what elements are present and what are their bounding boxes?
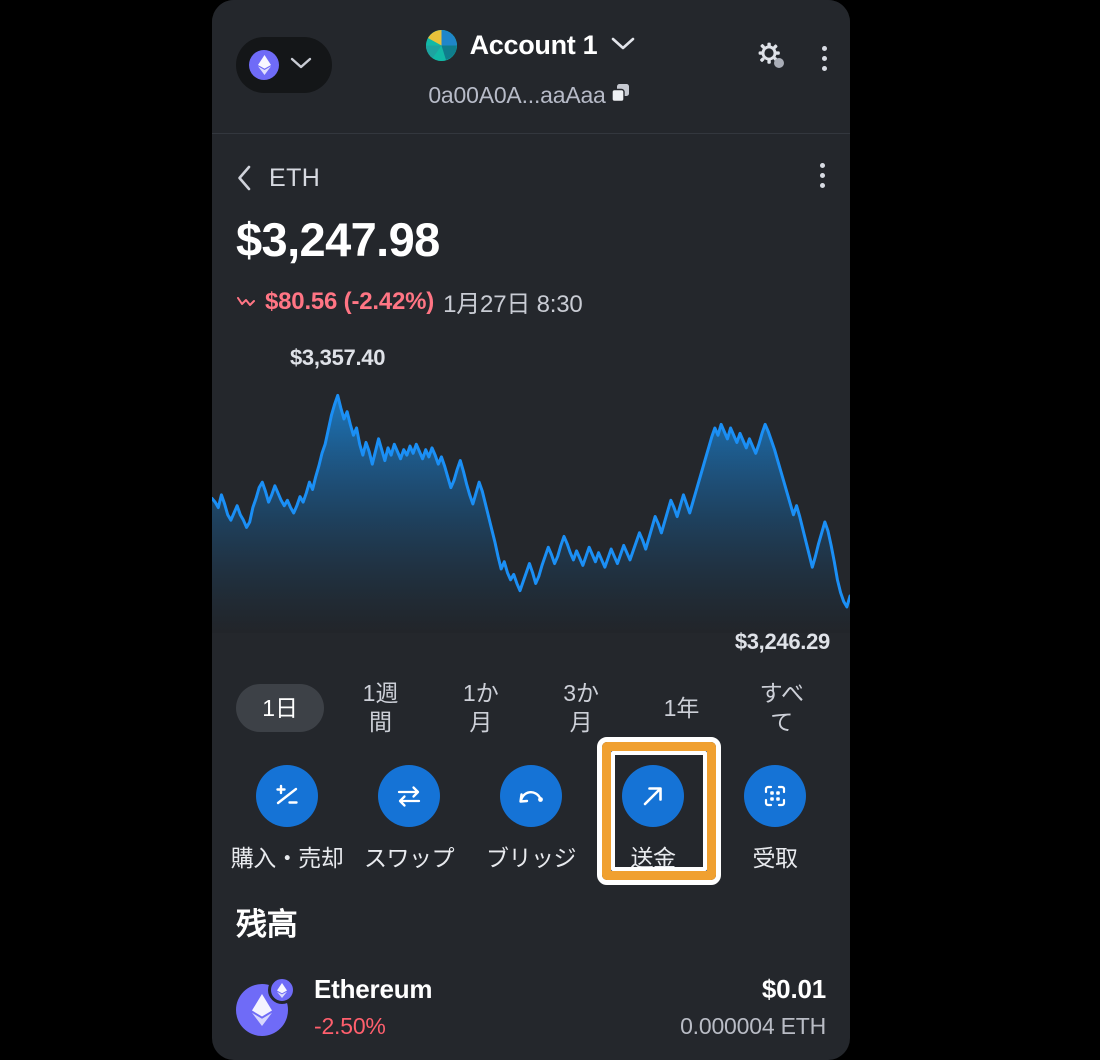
action-buy-sell[interactable]: 購入・売却: [226, 751, 348, 873]
address-text: 0a00A0A...aaAaa: [428, 82, 606, 108]
swap-arrows-icon: [378, 765, 440, 827]
avatar: [425, 30, 457, 61]
ethereum-network-badge-icon: [268, 976, 296, 1004]
balance-title: 残高: [236, 907, 298, 942]
balance-section: 残高 Ethereum -2.50% $0.01 0.000004 ETH: [212, 899, 850, 1040]
token-amount: 0.000004 ETH: [680, 1013, 826, 1039]
action-bridge[interactable]: ブリッジ: [470, 751, 592, 873]
asset-nav: ETH: [236, 134, 826, 208]
asset-change-row: $80.56 (-2.42%) 1月27日 8:30: [236, 284, 826, 319]
range-tab-label: 1週間: [362, 680, 399, 735]
chart-max-label: $3,357.40: [290, 345, 386, 370]
action-swap[interactable]: スワップ: [348, 751, 470, 873]
phone-screen: Account 1 0a00A0A...aaAaa ETH $3,247.98 …: [212, 0, 850, 1060]
asset-header: ETH $3,247.98 $80.56 (-2.42%) 1月27日 8:30: [212, 134, 850, 319]
trend-down-icon: [236, 288, 256, 316]
action-label: 購入・売却: [230, 845, 344, 871]
action-label: スワップ: [364, 845, 455, 871]
kebab-menu-icon[interactable]: [818, 43, 830, 74]
back-chevron-icon[interactable]: [236, 164, 253, 192]
token-info: Ethereum -2.50%: [314, 974, 433, 1040]
range-tab-label: すべて: [759, 680, 804, 735]
asset-change-amount: $80.56 (-2.42%): [265, 287, 435, 315]
qr-scan-icon: [744, 765, 806, 827]
price-chart-svg: [212, 393, 850, 633]
range-tab-1d[interactable]: 1日: [230, 679, 330, 737]
token-change: -2.50%: [314, 1013, 386, 1039]
asset-price: $3,247.98: [236, 213, 440, 266]
copy-icon[interactable]: [608, 80, 634, 111]
range-tab-3m[interactable]: 3か月: [531, 679, 631, 737]
token-name: Ethereum: [314, 974, 433, 1004]
time-range-tabs: 1日 1週間 1か月 3か月 1年 すべて: [212, 679, 850, 737]
range-tab-1w[interactable]: 1週間: [330, 679, 430, 737]
bridge-arc-icon: [500, 765, 562, 827]
price-chart[interactable]: $3,357.40 $3,246.29: [212, 333, 850, 654]
account-address[interactable]: 0a00A0A...aaAaa: [212, 80, 850, 111]
asset-symbol: ETH: [269, 163, 321, 192]
range-tab-1y[interactable]: 1年: [631, 679, 731, 737]
chevron-down-icon: [610, 35, 636, 56]
screenshot-stage: Account 1 0a00A0A...aaAaa ETH $3,247.98 …: [0, 0, 1100, 1060]
asset-change-time: 1月27日 8:30: [443, 291, 583, 318]
asset-actions: 購入・売却 スワップ ブリッジ 送金 受取: [212, 751, 850, 873]
action-label: ブリッジ: [486, 845, 577, 871]
range-tab-label: 1年: [663, 694, 700, 721]
account-header: Account 1 0a00A0A...aaAaa: [212, 0, 850, 134]
ethereum-logo-icon: [249, 50, 279, 80]
account-name: Account 1: [469, 30, 598, 60]
chart-min-label: $3,246.29: [734, 629, 830, 654]
network-status-icon[interactable]: [756, 40, 788, 77]
range-tab-label: 3か月: [563, 680, 600, 735]
kebab-menu-icon[interactable]: [816, 160, 828, 191]
token-values: $0.01 0.000004 ETH: [680, 974, 826, 1040]
token-list-item[interactable]: Ethereum -2.50% $0.01 0.000004 ETH: [236, 974, 826, 1040]
action-receive[interactable]: 受取: [714, 751, 836, 873]
chevron-down-icon: [290, 56, 312, 75]
range-tab-label: 1日: [262, 694, 299, 721]
header-actions: [756, 40, 830, 77]
range-tab-all[interactable]: すべて: [732, 679, 832, 737]
action-label: 受取: [752, 845, 799, 871]
arrow-up-right-icon: [622, 765, 684, 827]
plus-minus-icon: [256, 765, 318, 827]
range-tab-1m[interactable]: 1か月: [431, 679, 531, 737]
ethereum-token-icon: [236, 976, 296, 1036]
action-send[interactable]: 送金: [592, 751, 714, 873]
range-tab-label: 1か月: [462, 680, 499, 735]
token-fiat-value: $0.01: [761, 974, 826, 1004]
action-label: 送金: [630, 845, 677, 871]
